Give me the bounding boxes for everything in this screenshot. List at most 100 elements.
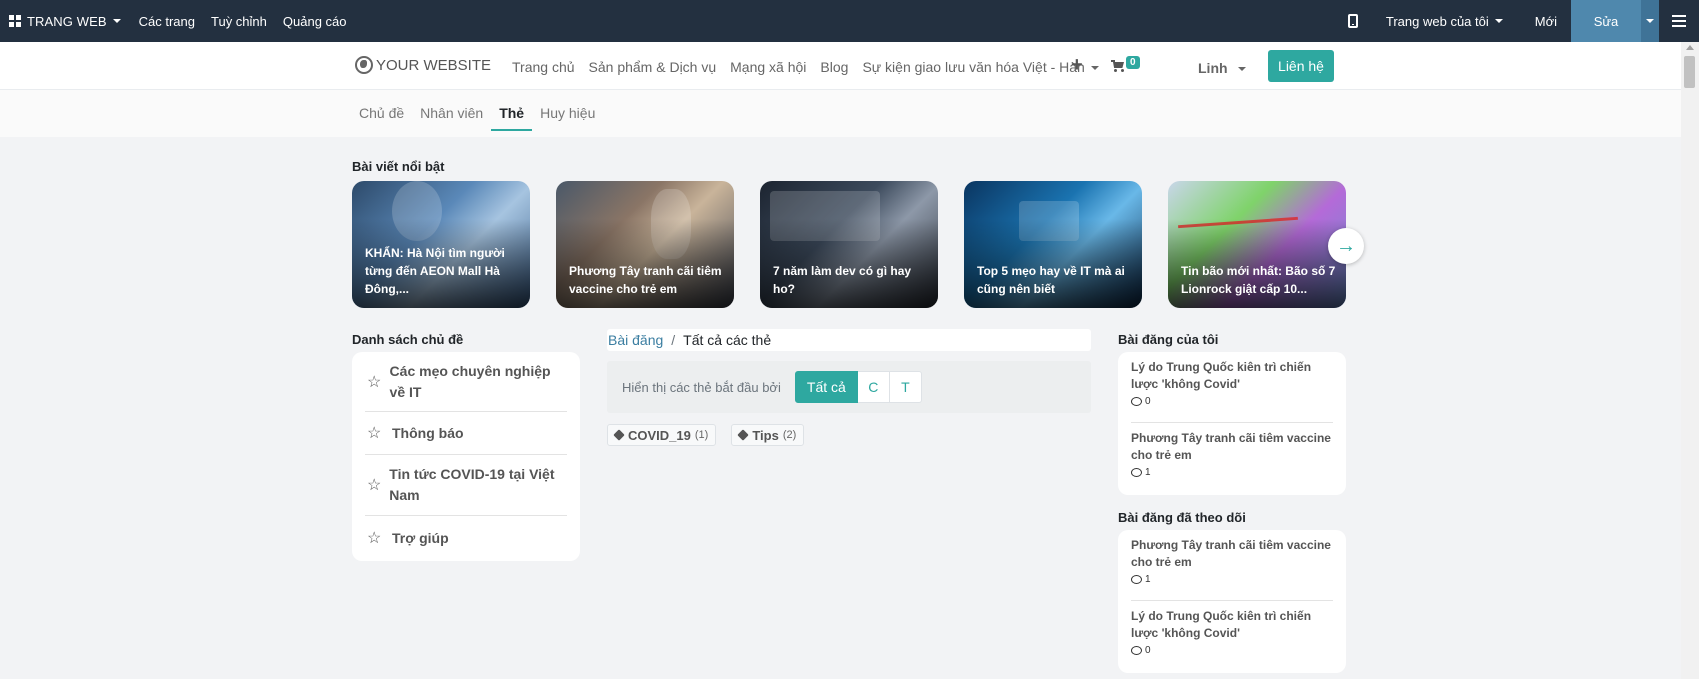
caret-down-icon xyxy=(1238,67,1247,72)
post-meta: 1 xyxy=(1131,467,1333,478)
featured-card-title: KHẨN: Hà Nội tìm người từng đến AEON Mal… xyxy=(365,246,505,296)
featured-card[interactable]: Top 5 mẹo hay về IT mà ai cũng nên biết xyxy=(964,181,1142,308)
edit-button[interactable]: Sửa xyxy=(1571,0,1641,42)
tag-item[interactable]: Tips (2) xyxy=(731,424,805,446)
caret-down-icon xyxy=(1646,19,1654,23)
tab-tags[interactable]: Thẻ xyxy=(491,90,533,131)
admin-brand-menu[interactable]: TRANG WEB xyxy=(0,0,131,42)
comment-count: 0 xyxy=(1145,645,1151,656)
user-menu[interactable]: Linh xyxy=(1198,60,1247,76)
topic-item[interactable]: ☆ Thông báo xyxy=(365,412,567,455)
post-item[interactable]: Phương Tây tranh cãi tiêm vaccine cho tr… xyxy=(1131,530,1333,601)
topic-item[interactable]: ☆ Trợ giúp xyxy=(365,516,567,560)
caret-down-icon xyxy=(112,19,121,23)
tag-icon xyxy=(737,429,749,441)
star-icon[interactable]: ☆ xyxy=(365,475,389,495)
scrollbar-thumb[interactable] xyxy=(1684,56,1695,88)
admin-bar: TRANG WEB Các trang Tuỳ chỉnh Quảng cáo … xyxy=(0,0,1699,42)
tab-topics[interactable]: Chủ đề xyxy=(351,90,412,137)
post-item[interactable]: Lý do Trung Quốc kiên trì chiến lược 'kh… xyxy=(1131,601,1333,672)
tag-filter-bar: Hiển thị các thẻ bắt đầu bởi Tất cả C T xyxy=(607,361,1091,413)
post-meta: 1 xyxy=(1131,574,1333,585)
tag-list: COVID_19 (1) Tips (2) xyxy=(607,424,805,446)
cart-count-badge: 0 xyxy=(1126,56,1140,69)
cart-icon[interactable] xyxy=(1111,60,1125,72)
followed-posts-title: Bài đăng đã theo dõi xyxy=(1118,510,1246,525)
comment-count: 1 xyxy=(1145,574,1151,585)
comment-count: 1 xyxy=(1145,467,1151,478)
tag-filter-label: Hiển thị các thẻ bắt đầu bởi xyxy=(622,379,781,395)
admin-bar-right: Trang web của tôi Mới Sửa xyxy=(1347,0,1699,42)
website-selector[interactable]: Trang web của tôi xyxy=(1386,0,1523,42)
nav-item-events[interactable]: Sự kiện giao lưu văn hóa Việt - Hàn xyxy=(862,59,1099,75)
tag-count: (2) xyxy=(782,429,797,441)
nav-item-blog[interactable]: Blog xyxy=(820,59,848,75)
topic-name: Tin tức COVID-19 tại Việt Nam xyxy=(389,466,555,503)
tag-count: (1) xyxy=(694,429,709,441)
topic-list: ☆ Các mẹo chuyên nghiệp về IT ☆ Thông bá… xyxy=(352,352,580,561)
tag-name: COVID_19 xyxy=(628,427,691,443)
filter-c-button[interactable]: C xyxy=(857,371,890,403)
star-icon[interactable]: ☆ xyxy=(365,423,392,443)
page-scrollbar[interactable] xyxy=(1681,42,1699,679)
admin-bar-left: TRANG WEB Các trang Tuỳ chỉnh Quảng cáo xyxy=(0,0,355,42)
mobile-preview-icon[interactable] xyxy=(1347,14,1358,28)
post-item[interactable]: Phương Tây tranh cãi tiêm vaccine cho tr… xyxy=(1131,423,1333,494)
post-meta: 0 xyxy=(1131,645,1333,656)
topics-title: Danh sách chủ đề xyxy=(352,332,464,347)
user-name: Linh xyxy=(1198,60,1228,76)
followed-posts-list: Phương Tây tranh cãi tiêm vaccine cho tr… xyxy=(1118,530,1346,673)
featured-card[interactable]: Phương Tây tranh cãi tiêm vaccine cho tr… xyxy=(556,181,734,308)
filter-t-button[interactable]: T xyxy=(889,371,922,403)
post-title: Phương Tây tranh cãi tiêm vaccine cho tr… xyxy=(1131,538,1331,569)
admin-link-pages[interactable]: Các trang xyxy=(131,0,203,42)
star-icon[interactable]: ☆ xyxy=(365,528,392,548)
tab-staff[interactable]: Nhân viên xyxy=(412,90,491,137)
topic-item[interactable]: ☆ Các mẹo chuyên nghiệp về IT xyxy=(365,352,567,412)
add-page-icon[interactable]: + xyxy=(1071,54,1083,77)
topic-item[interactable]: ☆ Tin tức COVID-19 tại Việt Nam xyxy=(365,455,567,516)
tab-badges[interactable]: Huy hiệu xyxy=(532,90,603,137)
forum-subnav: Chủ đề Nhân viên Thẻ Huy hiệu xyxy=(0,90,1681,137)
admin-link-customize[interactable]: Tuỳ chỉnh xyxy=(203,0,275,42)
topic-name: Trợ giúp xyxy=(392,529,449,546)
star-icon[interactable]: ☆ xyxy=(365,372,390,392)
nav-item-social[interactable]: Mạng xã hội xyxy=(730,59,806,75)
featured-card-title: Phương Tây tranh cãi tiêm vaccine cho tr… xyxy=(569,264,722,296)
post-title: Lý do Trung Quốc kiên trì chiến lược 'kh… xyxy=(1131,609,1312,640)
topic-name: Thông báo xyxy=(392,424,464,441)
globe-icon xyxy=(355,56,373,74)
post-item[interactable]: Lý do Trung Quốc kiên trì chiến lược 'kh… xyxy=(1131,352,1333,423)
featured-card[interactable]: 7 năm làm dev có gì hay ho? xyxy=(760,181,938,308)
my-posts-list: Lý do Trung Quốc kiên trì chiến lược 'kh… xyxy=(1118,352,1346,495)
new-button[interactable]: Mới xyxy=(1523,0,1571,42)
nav-item-events-label: Sự kiện giao lưu văn hóa Việt - Hàn xyxy=(862,59,1085,75)
post-title: Phương Tây tranh cãi tiêm vaccine cho tr… xyxy=(1131,431,1331,462)
breadcrumb-separator: / xyxy=(671,332,676,348)
featured-card[interactable]: KHẨN: Hà Nội tìm người từng đến AEON Mal… xyxy=(352,181,530,308)
site-logo[interactable]: YOUR WEBSITE xyxy=(355,56,491,74)
admin-link-promote[interactable]: Quảng cáo xyxy=(275,0,355,42)
hamburger-menu-icon[interactable] xyxy=(1659,0,1699,42)
nav-item-products[interactable]: Sản phẩm & Dịch vụ xyxy=(589,59,717,75)
edit-dropdown-toggle[interactable] xyxy=(1641,0,1659,42)
comment-icon xyxy=(1131,646,1142,655)
breadcrumb-link-posts[interactable]: Bài đăng xyxy=(608,332,663,348)
tag-icon xyxy=(613,429,625,441)
scroll-up-icon[interactable] xyxy=(1686,45,1694,50)
topic-name: Các mẹo chuyên nghiệp về IT xyxy=(389,362,551,400)
arrow-right-icon[interactable]: → xyxy=(1328,228,1364,264)
featured-card-title: Top 5 mẹo hay về IT mà ai cũng nên biết xyxy=(977,264,1125,296)
filter-all-button[interactable]: Tất cả xyxy=(794,371,858,403)
featured-card[interactable]: Tin bão mới nhất: Bão số 7 Lionrock giật… xyxy=(1168,181,1346,308)
post-meta: 0 xyxy=(1131,396,1333,407)
apps-grid-icon xyxy=(9,15,21,27)
contact-button[interactable]: Liên hệ xyxy=(1268,50,1334,82)
main-nav: Trang chủ Sản phẩm & Dịch vụ Mạng xã hội… xyxy=(512,59,1099,75)
featured-card-title: Tin bão mới nhất: Bão số 7 Lionrock giật… xyxy=(1181,264,1336,296)
tag-item[interactable]: COVID_19 (1) xyxy=(607,424,717,446)
website-selector-label: Trang web của tôi xyxy=(1385,13,1489,29)
nav-item-home[interactable]: Trang chủ xyxy=(512,59,575,75)
post-title: Lý do Trung Quốc kiên trì chiến lược 'kh… xyxy=(1131,360,1312,391)
comment-count: 0 xyxy=(1145,396,1151,407)
